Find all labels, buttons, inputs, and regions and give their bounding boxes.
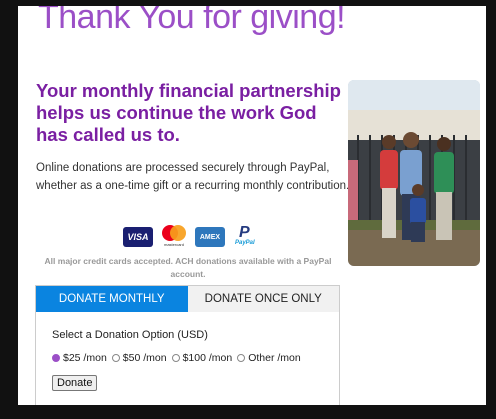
option-label: $50 /mon (122, 352, 167, 364)
photo-image (348, 80, 480, 266)
paypal-text: PayPal (235, 240, 255, 246)
option-other[interactable]: Other /mon (237, 352, 301, 364)
headline: Your monthly financial partnership helps… (36, 80, 341, 145)
option-label: $25 /mon (63, 352, 107, 364)
option-50[interactable]: $50 /mon (111, 352, 167, 364)
donation-options: $25 /mon $50 /mon $100 /mon Other /mon (52, 352, 306, 364)
radio-icon[interactable] (111, 354, 120, 362)
radio-checked-icon[interactable] (52, 354, 60, 362)
radio-icon[interactable] (171, 354, 180, 362)
mastercard-logo: mastercard (159, 225, 189, 249)
tab-donate-monthly[interactable]: DONATE MONTHLY (36, 286, 188, 312)
paypal-logo: P PayPal (235, 224, 255, 246)
visa-logo: VISA (123, 227, 153, 247)
content-area: Thank You for giving! Your monthly finan… (18, 0, 486, 415)
option-25[interactable]: $25 /mon (52, 352, 107, 364)
left-edge (0, 0, 18, 419)
option-label: $100 /mon (182, 352, 233, 364)
donate-button[interactable]: Donate (52, 375, 98, 391)
family-photo (348, 80, 480, 266)
donation-tabs: DONATE MONTHLY DONATE ONCE ONLY (36, 286, 339, 312)
torn-paper-frame: Thank You for giving! Your monthly finan… (0, 0, 496, 419)
mastercard-text: mastercard (163, 242, 184, 247)
donation-panel: DONATE MONTHLY DONATE ONCE ONLY Select a… (35, 285, 340, 415)
tab-donate-once[interactable]: DONATE ONCE ONLY (187, 286, 339, 312)
right-edge (486, 0, 496, 419)
body-text: Online donations are processed securely … (36, 162, 350, 192)
payment-note: All major credit cards accepted. ACH don… (44, 256, 332, 279)
bottom-edge (0, 405, 496, 419)
donation-option-label: Select a Donation Option (USD) (52, 329, 208, 341)
payment-logos: VISA mastercard AMEX P PayPal (123, 224, 261, 250)
option-label: Other /mon (248, 352, 301, 364)
top-edge (0, 0, 496, 6)
option-100[interactable]: $100 /mon (171, 352, 233, 364)
amex-logo: AMEX (195, 227, 225, 247)
radio-icon[interactable] (237, 354, 246, 362)
